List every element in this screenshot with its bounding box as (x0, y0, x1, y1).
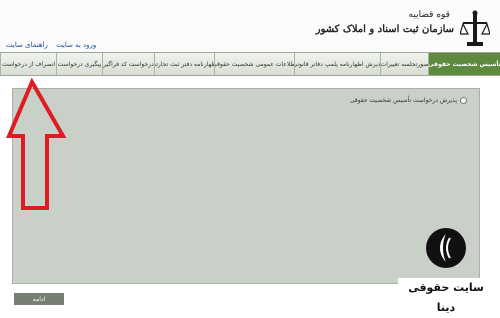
tab-change-minutes[interactable]: صورتجلسه تغییرات (380, 53, 428, 75)
watermark-logo-icon (426, 228, 466, 268)
tab-legal-books-declaration[interactable]: پذیرش اظهارنامه پلمپ دفاتر قانونی (294, 53, 380, 75)
accept-request-option[interactable]: پذیرش درخواست تأسیس شخصیت حقوقی (350, 97, 467, 104)
tab-request-code[interactable]: درخواست کد فراگیر (102, 53, 154, 75)
accept-request-radio[interactable] (460, 97, 467, 104)
organization-name: سازمان ثبت اسناد و املاک کشور (315, 24, 454, 35)
continue-button[interactable]: ادامه (14, 293, 64, 305)
tab-bar: تأسیس شخصیت حقوقی صورتجلسه تغییرات پذیرش… (0, 52, 500, 76)
judiciary-emblem-icon (460, 10, 490, 46)
tab-establish-legal-entity[interactable]: تأسیس شخصیت حقوقی (428, 53, 500, 75)
tab-commercial-book-declaration[interactable]: اظهارنامه دفتر ثبت تجارتی (154, 53, 214, 75)
option-label: پذیرش درخواست تأسیس شخصیت حقوقی (349, 97, 457, 104)
tab-track-request[interactable]: پیگیری درخواست (56, 53, 102, 75)
red-arrow-annotation (5, 78, 67, 210)
watermark-text: سایت حقوقی دینا (398, 278, 494, 314)
watermark: سایت حقوقی دینا (398, 224, 494, 314)
site-header: قوه قضاییه سازمان ثبت اسناد و املاک کشور… (0, 0, 500, 52)
judiciary-title: قوه قضاییه (408, 10, 450, 20)
top-links: ورود به سایت راهنمای سایت (6, 41, 102, 49)
help-link[interactable]: راهنمای سایت (6, 41, 48, 49)
login-link[interactable]: ورود به سایت (56, 41, 96, 49)
tab-cancel-request[interactable]: انصراف از درخواست (0, 53, 56, 75)
tab-legal-entity-info[interactable]: اطلاعات عمومی شخصیت حقوقی (214, 53, 294, 75)
